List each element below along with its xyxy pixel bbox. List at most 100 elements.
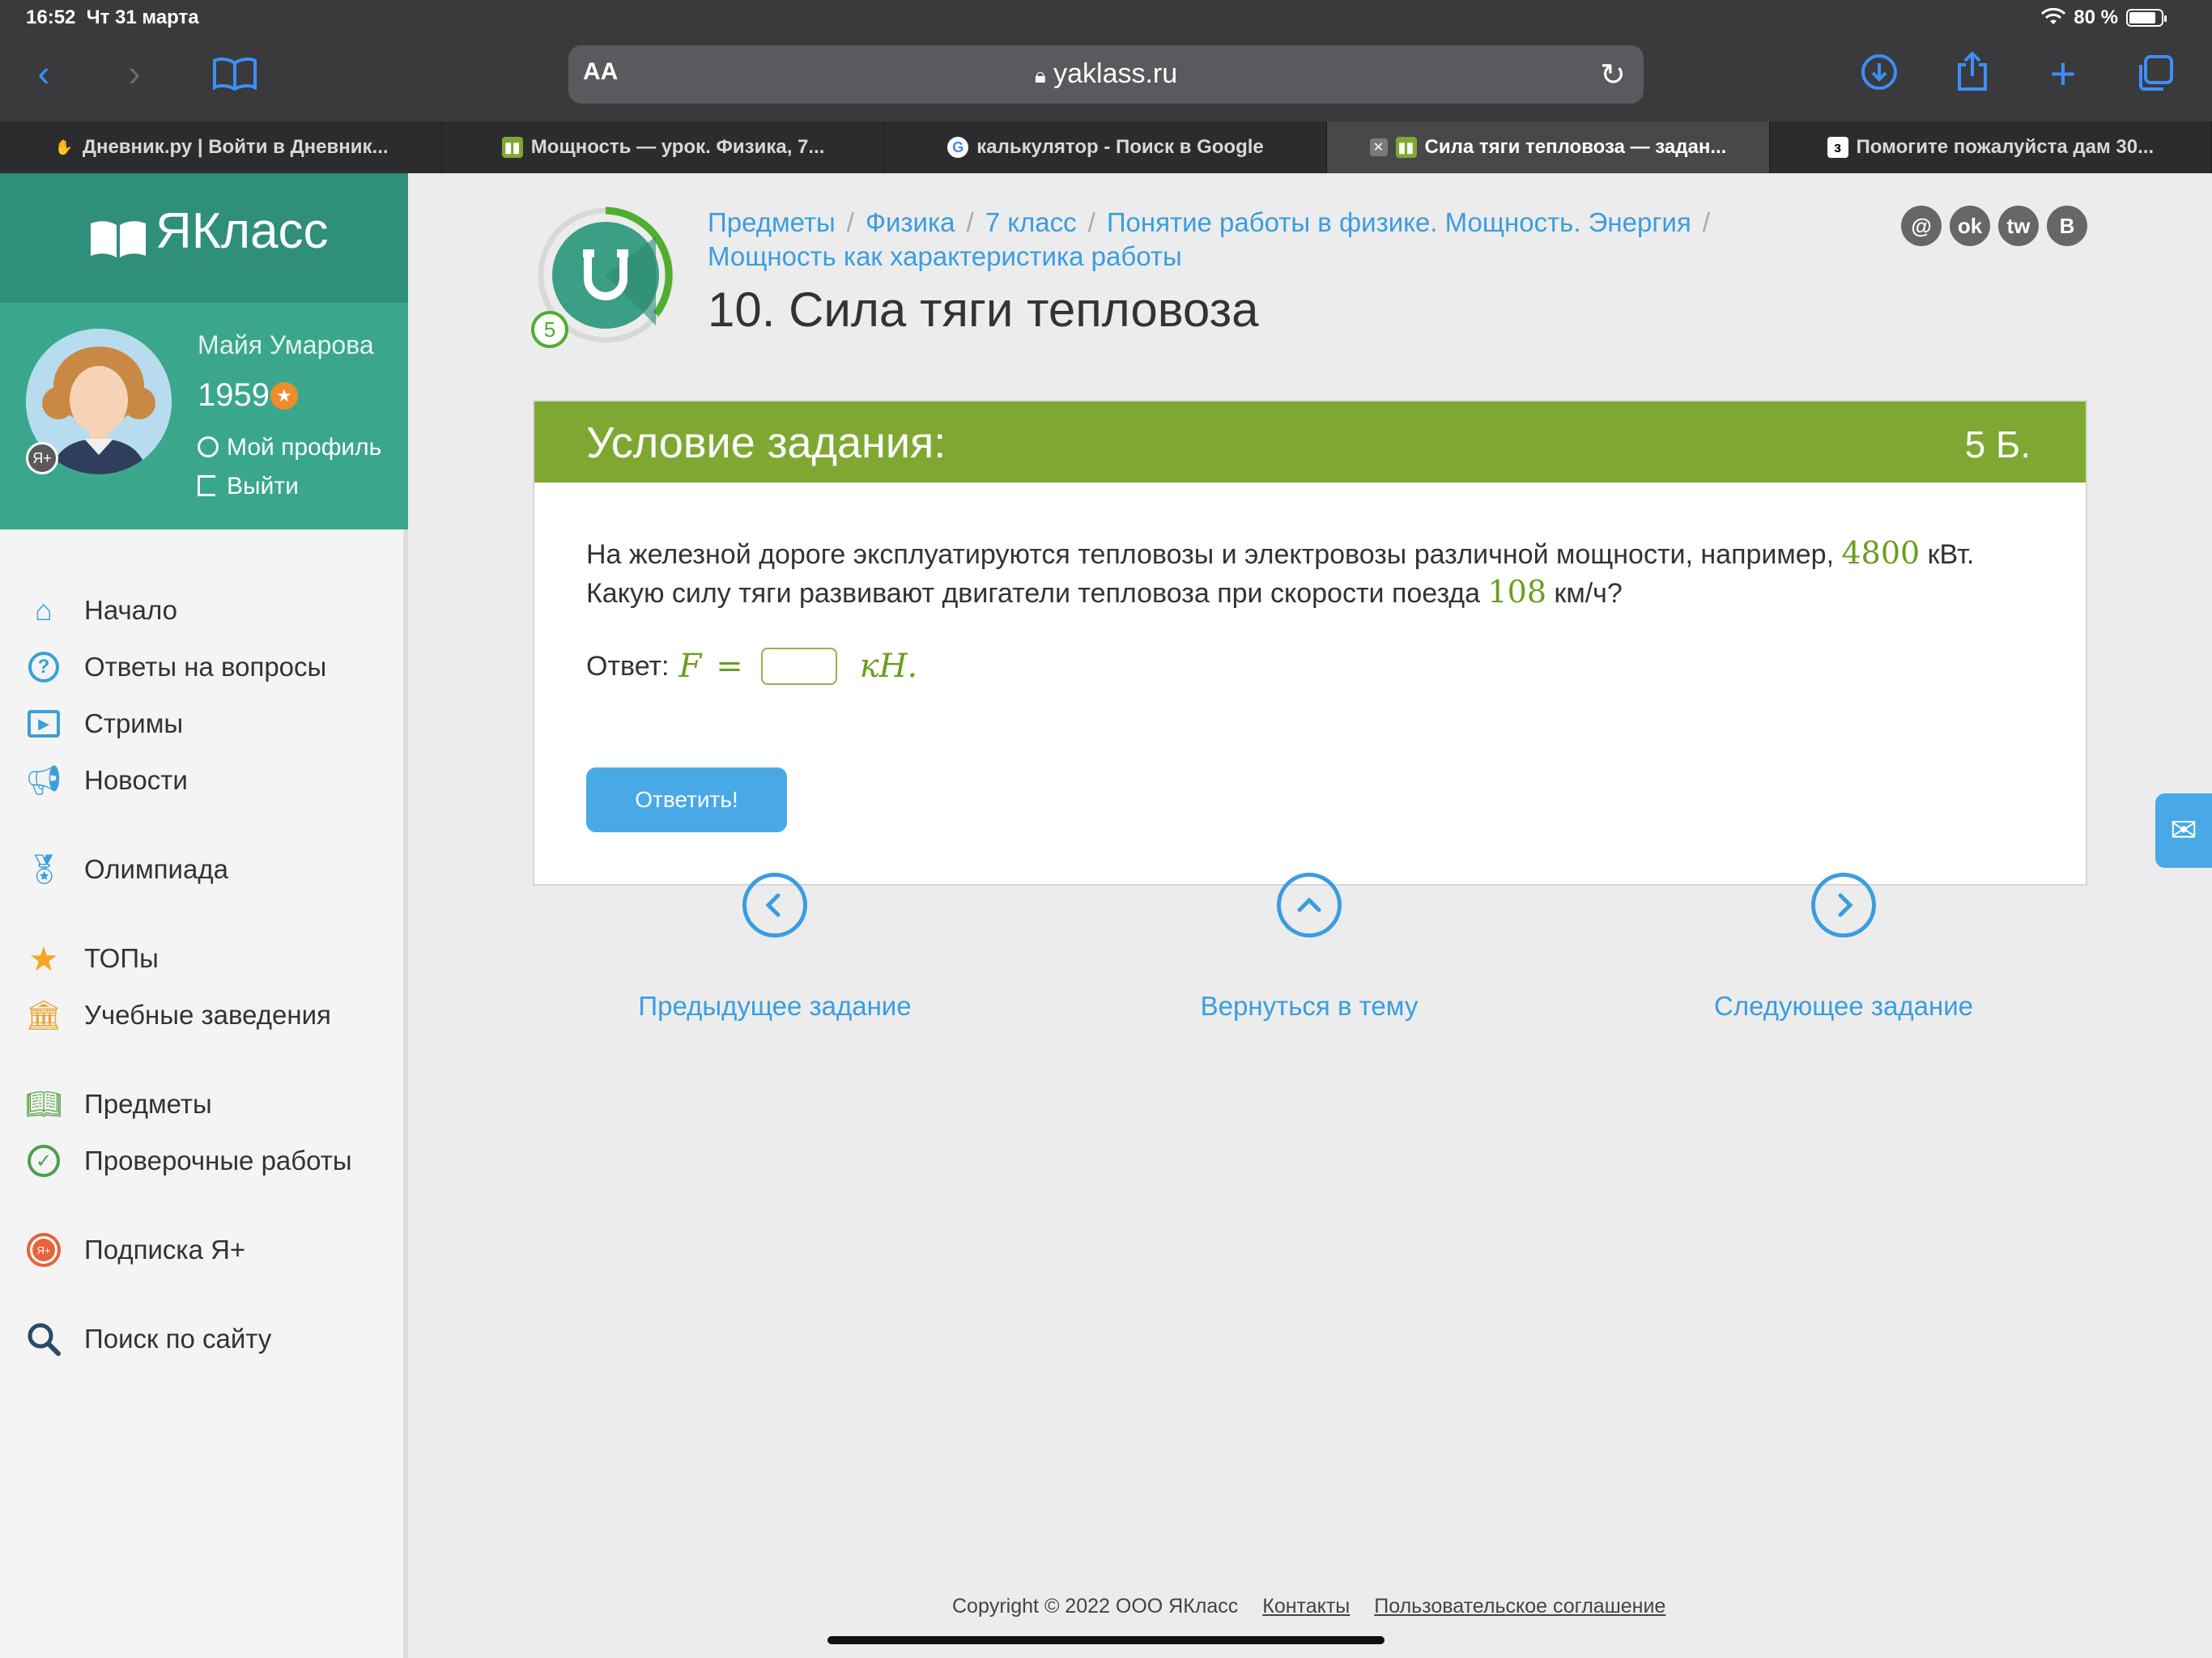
tab-bar: ✋ Дневник.ру | Войти в Дневник... ▮▮ Мощ… [0, 121, 2212, 173]
wifi-icon [2041, 8, 2066, 24]
yaklass-book-icon: ▮▮ [1395, 137, 1417, 158]
points-star-icon: ★ [270, 382, 298, 410]
my-profile-link[interactable]: Мой профиль [198, 434, 381, 461]
menu-label: Стримы [84, 708, 184, 738]
znanija-icon: з [1827, 137, 1848, 158]
next-task-link[interactable]: Следующее задание [1601, 991, 2087, 1022]
feedback-mail-icon[interactable]: ✉ [2155, 793, 2212, 868]
previous-task-link[interactable]: Предыдущее задание [532, 991, 1018, 1022]
submit-answer-button[interactable]: Ответить! [586, 767, 787, 832]
tab-title: Дневник.ру | Войти в Дневник... [82, 136, 389, 158]
power-value: 4800 [1841, 535, 1921, 571]
share-icon[interactable] [1955, 50, 1990, 92]
question-icon: ? [24, 648, 63, 687]
yaplus-badge: Я+ [26, 442, 58, 474]
menu-item-schools[interactable]: 🏛︎ Учебные заведения [24, 996, 331, 1035]
odnoklassniki-icon[interactable]: ok [1950, 206, 1990, 246]
back-to-topic-icon[interactable] [1277, 873, 1342, 937]
next-task-icon[interactable] [1811, 873, 1876, 937]
logo-book-icon [91, 221, 146, 257]
level-number: 5 [531, 311, 568, 348]
hand-icon: ✋ [54, 138, 74, 155]
tab-title: Помогите пожалуйста дам 30... [1856, 136, 2155, 158]
close-tab-icon[interactable]: ✕ [1369, 138, 1388, 156]
twitter-icon[interactable]: tw [1998, 206, 2039, 246]
new-tab-icon[interactable]: + [2039, 48, 2087, 99]
search-icon [24, 1320, 63, 1358]
previous-task-icon[interactable] [742, 873, 807, 937]
answer-label: Ответ: [586, 650, 670, 682]
tab-title: калькулятор - Поиск в Google [976, 136, 1264, 158]
menu-label: Подписка Я+ [84, 1235, 246, 1265]
school-icon: 🏛︎ [25, 998, 62, 1031]
logo-text: ЯКласс [155, 203, 329, 259]
battery-icon [2126, 9, 2167, 27]
user-circle-icon [198, 436, 219, 457]
site-logo[interactable]: ЯКласс [155, 202, 329, 260]
page-title: 10. Сила тяги тепловоза [708, 283, 1259, 337]
contacts-link[interactable]: Контакты [1262, 1595, 1350, 1618]
breadcrumb-link[interactable]: Понятие работы в физике. Мощность. Энерг… [1107, 207, 1691, 237]
menu-item-tests[interactable]: ✓ Проверочные работы [24, 1141, 352, 1180]
breadcrumb: Предметы / Физика/7 класс / Понятие работы в… [708, 207, 1710, 271]
menu-label: Проверочные работы [84, 1146, 352, 1175]
user-points: 1959 [198, 377, 270, 413]
logout-label: Выйти [227, 473, 299, 500]
browser-tab-active[interactable]: ✕ ▮▮ Сила тяги тепловоза — задан... [1327, 121, 1770, 173]
star-icon: ★ [28, 939, 59, 978]
url-text: yaklass.ru [1053, 58, 1178, 89]
back-to-topic-link[interactable]: Вернуться в тему [1066, 991, 1552, 1022]
lock-icon: 🔒︎ [1034, 63, 1046, 87]
menu-item-home[interactable]: ⌂ Начало [24, 591, 177, 630]
menu-item-subjects[interactable]: 📖︎ Предметы [24, 1085, 212, 1124]
menu-label: ТОПы [84, 943, 159, 973]
books-icon: 📖︎ [25, 1087, 62, 1120]
reload-icon[interactable]: ↻ [1600, 57, 1626, 93]
user-name: Майя Умарова [198, 330, 374, 359]
power-unit: кВт. [1927, 539, 1975, 570]
menu-item-answers[interactable]: ? Ответы на вопросы [24, 648, 326, 687]
copyright: Copyright © 2022 ООО ЯКласс [952, 1595, 1239, 1618]
breadcrumb-link[interactable]: 7 класс [985, 207, 1077, 237]
tab-title: Мощность — урок. Физика, 7... [530, 136, 825, 158]
clock: 16:52 [26, 6, 76, 28]
menu-item-search[interactable]: Поиск по сайту [24, 1320, 271, 1358]
menu-item-streams[interactable]: ▶ Стримы [24, 704, 183, 743]
menu-item-olympiad[interactable]: 🏅︎ Олимпиада [24, 850, 228, 889]
logout-icon [198, 475, 215, 496]
browser-tab[interactable]: G калькулятор - Поиск в Google [885, 121, 1328, 173]
home-icon: ⌂ [35, 593, 53, 627]
vk-icon[interactable]: В [2047, 206, 2087, 246]
answer-input[interactable] [760, 648, 837, 685]
subscription-icon: Я+ [24, 1231, 63, 1269]
battery-percent: 80 % [2074, 6, 2118, 28]
breadcrumb-link[interactable]: Предметы [708, 207, 836, 237]
menu-label: Учебные заведения [84, 1000, 331, 1030]
browser-tab[interactable]: ▮▮ Мощность — урок. Физика, 7... [442, 121, 885, 173]
home-indicator [827, 1636, 1385, 1644]
answer-unit: кН. [859, 648, 918, 685]
browser-tab[interactable]: з Помогите пожалуйста дам 30... [1770, 121, 2212, 173]
breadcrumb-link[interactable]: Мощность как характеристика работы [708, 241, 1182, 271]
download-icon[interactable] [1861, 53, 1898, 91]
logout-link[interactable]: Выйти [198, 473, 299, 500]
menu-item-subscription[interactable]: Я+ Подписка Я+ [24, 1231, 245, 1269]
yaklass-book-icon: ▮▮ [501, 137, 523, 158]
answer-variable: F [678, 648, 702, 685]
tabs-overview-icon[interactable] [2136, 53, 2175, 92]
mail-ru-icon[interactable]: @ [1901, 206, 1942, 246]
menu-item-news[interactable]: 📢︎ Новости [24, 761, 188, 800]
menu-label: Ответы на вопросы [84, 652, 327, 682]
check-icon: ✓ [24, 1141, 63, 1180]
menu-item-tops[interactable]: ★ ТОПы [24, 939, 159, 978]
status-time: 16:52 Чт 31 марта [26, 6, 199, 29]
status-right: 80 % [2041, 6, 2167, 29]
task-heading: Условие задания: [586, 419, 946, 467]
breadcrumb-link[interactable]: Физика [866, 207, 955, 237]
answer-row: Ответ: F = кН. [586, 648, 917, 685]
user-agreement-link[interactable]: Пользовательское соглашение [1374, 1595, 1665, 1618]
play-icon: ▶ [24, 704, 63, 743]
date: Чт 31 марта [86, 6, 199, 28]
browser-tab[interactable]: ✋ Дневник.ру | Войти в Дневник... [0, 121, 443, 173]
medal-icon: 🏅︎ [25, 852, 62, 886]
